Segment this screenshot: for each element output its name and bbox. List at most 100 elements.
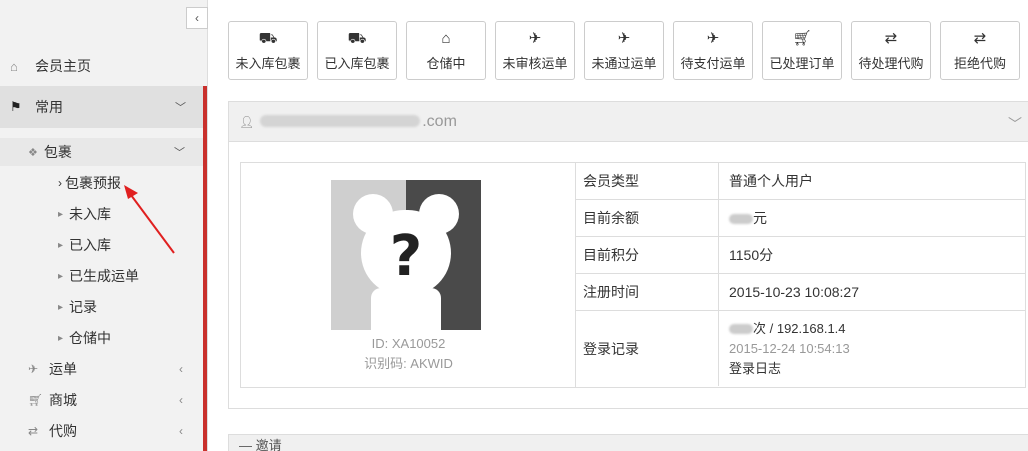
btn-rejected-waybills[interactable]: ✈ 未通过运单 [584,21,664,80]
sidebar-item-label: 已入库 [69,237,112,253]
cart-icon: 🛒︎ [28,393,44,407]
caret-right-icon: ▸ [58,208,64,220]
panel-header[interactable]: 👤︎ .com ﹀ [229,102,1028,142]
sidebar-item-label: 未入库 [69,206,112,222]
user-id-block: ID: XA10052 识别码: AKWID [241,334,576,374]
field-value: 2015-10-23 10:08:27 [729,284,859,300]
inbox-icon: ⌂ [441,30,451,47]
user-identifier-code: 识别码: AKWID [364,356,453,371]
user-email: .com [260,113,457,131]
table-row: 登录记录 次 / 192.168.1.4 2015-12-24 10:54:13… [576,311,1026,386]
chevron-left-icon: ‹ [179,393,183,407]
cart-icon: 🛒︎ [792,30,812,47]
redacted-text [729,324,753,335]
table-row: 注册时间 2015-10-23 10:08:27 [576,274,1026,311]
last-login-time: 2015-12-24 10:54:13 [729,340,850,356]
table-row: 会员类型 普通个人用户 [576,163,1026,200]
field-label: 登录记录 [576,311,719,386]
user-info-table: ? ID: XA10052 识别码: AKWID 会员类型 普通个人用户 目前余… [240,162,1026,388]
field-value: 次 / 192.168.1.4 2015-12-24 10:54:13 登录日志 [719,319,850,379]
btn-in-storage[interactable]: ⌂ 仓储中 [406,21,486,80]
chevron-left-icon: ‹ [195,11,199,25]
sidebar-item-proxy-purchase[interactable]: ⇄ 代购 ‹ [0,417,203,445]
field-label: 目前余额 [576,200,719,236]
button-label: 已处理订单 [769,56,835,71]
sidebar-item-label: 代购 [49,423,77,439]
chevron-down-icon[interactable]: ﹀ [1008,114,1022,134]
avatar: ? [331,180,481,330]
field-value: 元 [719,208,767,228]
sidebar-subitem-in-storage[interactable]: ▸ 仓储中 [0,324,203,352]
sidebar-item-label: 包裹 [43,144,72,160]
truck-icon: ⛟ [347,30,367,47]
btn-pending-purchases[interactable]: ⇄ 待处理代购 [851,21,931,80]
redacted-text [260,115,421,128]
login-log-link[interactable]: 登录日志 [729,359,850,379]
button-label: 待支付运单 [680,56,746,71]
caret-right-icon: ▸ [58,239,64,251]
caret-right-icon: ▸ [58,301,64,313]
table-row: 目前余额 元 [576,200,1026,237]
sidebar-item-package[interactable]: ❖ 包裹 ﹀ [0,138,203,166]
sidebar-item-mall[interactable]: 🛒︎ 商城 ‹ [0,386,203,414]
retweet-icon: ⇄ [884,30,898,47]
plane-icon: ✈ [617,30,631,47]
field-value: 普通个人用户 [729,173,813,189]
sidebar-subitem-records[interactable]: ▸ 记录 [0,293,203,321]
button-label: 仓储中 [426,56,466,71]
sidebar-item-common[interactable]: ⚑ 常用 ﹀ [0,86,204,128]
sidebar-item-label: 常用 [35,99,63,115]
sidebar-item-label: 运单 [49,361,77,377]
user-icon: 👤︎ [239,114,255,129]
field-label: 会员类型 [576,163,719,199]
user-icon: — [239,438,256,451]
chevron-left-icon: ‹ [179,362,183,376]
retweet-icon: ⇄ [28,424,39,438]
chevron-down-icon: ﹀ [174,147,185,159]
button-label: 未审核运单 [502,56,568,71]
sidebar-item-home[interactable]: ⌂ 会员主页 [0,48,204,84]
btn-unreviewed-waybills[interactable]: ✈ 未审核运单 [495,21,575,80]
sidebar-item-label: 商城 [49,392,77,408]
button-label: 待处理代购 [858,56,924,71]
sidebar-item-label: 仓储中 [69,330,112,346]
button-label: 拒绝代购 [953,56,1006,71]
btn-stored-packages[interactable]: ⛟ 已入库包裹 [317,21,397,80]
field-label: 目前积分 [576,237,719,273]
button-label: 未入库包裹 [235,56,301,71]
btn-processed-orders[interactable]: 🛒︎ 已处理订单 [762,21,842,80]
sidebar-item-label: 包裹预报 [65,175,121,191]
btn-rejected-purchases[interactable]: ⇄ 拒绝代购 [940,21,1020,80]
panel-title: 邀请 [255,438,282,451]
chevron-down-icon: ﹀ [175,102,186,114]
avatar-cell: ? ID: XA10052 识别码: AKWID [241,163,576,387]
sidebar-collapse-button[interactable]: ‹ [186,7,208,29]
user-info-rows: 会员类型 普通个人用户 目前余额 元 目前积分 1150分 注册时间 2015-… [576,163,1026,386]
caret-right-icon: ▸ [58,332,64,344]
btn-unpaid-waybills[interactable]: ✈ 待支付运单 [673,21,753,80]
button-label: 已入库包裹 [324,56,390,71]
user-id: ID: XA10052 [371,336,446,351]
dropbox-icon: ❖ [28,146,38,159]
invite-panel-header[interactable]: — 邀请 [228,434,1028,451]
sidebar-item-label: 已生成运单 [69,268,140,284]
redacted-text [729,214,753,225]
field-label: 注册时间 [576,274,719,310]
sidebar-item-waybill[interactable]: ✈ 运单 ‹ [0,355,203,383]
plane-icon: ✈ [28,362,39,376]
home-icon: ⌂ [10,58,18,74]
button-label: 未通过运单 [591,56,657,71]
chevron-left-icon: ‹ [179,424,183,438]
question-mark-icon: ? [389,224,423,289]
field-value: 1150分 [729,247,774,263]
caret-right-icon: ▸ [58,270,64,282]
flag-icon: ⚑ [10,99,22,114]
active-section-indicator [203,86,207,451]
plane-icon: ✈ [528,30,542,47]
table-row: 目前积分 1150分 [576,237,1026,274]
sidebar-subitem-waybill-generated[interactable]: ▸ 已生成运单 [0,262,203,290]
annotation-arrow-icon [124,185,175,254]
btn-not-stored-packages[interactable]: ⛟ 未入库包裹 [228,21,308,80]
user-info-panel: 👤︎ .com ﹀ ? ID: XA10052 识别码: AKWID 会员类型 … [228,101,1028,409]
plane-icon: ✈ [706,30,720,47]
